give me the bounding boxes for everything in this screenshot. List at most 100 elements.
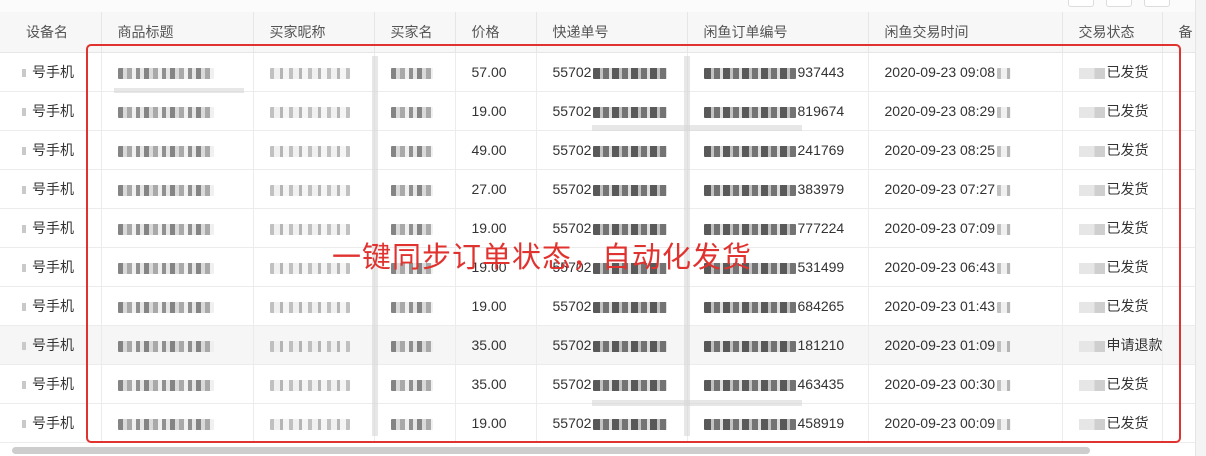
cell-extra bbox=[1162, 52, 1197, 92]
redacted-title bbox=[117, 67, 214, 79]
table-row[interactable]: 号手机 35.00 55702 463435 2020-09-23 00:30 … bbox=[0, 364, 1197, 404]
time-value: 2020-09-23 00:30 bbox=[884, 376, 996, 392]
device-name: 号手机 bbox=[32, 337, 74, 353]
redacted-mark bbox=[22, 108, 26, 117]
toolbar-strip bbox=[0, 0, 1206, 12]
redacted-order bbox=[703, 301, 796, 313]
cell-extra bbox=[1162, 130, 1197, 170]
cell-title bbox=[101, 130, 254, 170]
cell-order: 241769 bbox=[687, 130, 869, 170]
redacted-status-prefix bbox=[1078, 418, 1105, 430]
column-header-extra[interactable]: 备 bbox=[1162, 12, 1197, 53]
redacted-title bbox=[117, 145, 214, 157]
redaction-smudge bbox=[592, 400, 802, 406]
redacted-order bbox=[703, 145, 796, 157]
redacted-buyer bbox=[390, 145, 433, 157]
table-row[interactable]: 号手机 19.00 55702 684265 2020-09-23 01:43 … bbox=[0, 286, 1197, 326]
redacted-order bbox=[703, 106, 796, 118]
redacted-mark bbox=[22, 303, 26, 312]
cell-extra bbox=[1162, 91, 1197, 131]
table-row[interactable]: 号手机 19.00 55702 458919 2020-09-23 00:09 … bbox=[0, 403, 1197, 443]
redacted-status-prefix bbox=[1078, 184, 1105, 196]
horizontal-scrollbar-thumb[interactable] bbox=[12, 447, 1090, 454]
redacted-status-prefix bbox=[1078, 145, 1105, 157]
cell-order: 181210 bbox=[687, 325, 869, 365]
time-value: 2020-09-23 08:29 bbox=[884, 103, 996, 119]
toolbar-button[interactable] bbox=[1144, 0, 1170, 7]
order-suffix: 383979 bbox=[797, 181, 845, 197]
table-row[interactable]: 号手机 49.00 55702 241769 2020-09-23 08:25 … bbox=[0, 130, 1197, 170]
cell-buyer bbox=[374, 52, 456, 92]
redacted-title bbox=[117, 418, 214, 430]
table-row[interactable]: 号手机 57.00 55702 937443 2020-09-23 09:08 … bbox=[0, 52, 1197, 92]
cell-price: 35.00 bbox=[455, 364, 537, 404]
cell-buyer bbox=[374, 91, 456, 131]
cell-title bbox=[101, 403, 254, 443]
device-name: 号手机 bbox=[32, 103, 74, 119]
time-value: 2020-09-23 07:09 bbox=[884, 220, 996, 236]
cell-time: 2020-09-23 01:43 bbox=[868, 286, 1063, 326]
cell-device: 号手机 bbox=[0, 247, 102, 287]
redacted-status-prefix bbox=[1078, 223, 1105, 235]
redacted-mark bbox=[22, 225, 26, 234]
column-header-express[interactable]: 快递单号 bbox=[536, 12, 688, 53]
redacted-order bbox=[703, 184, 796, 196]
column-header-buyer[interactable]: 买家名 bbox=[374, 12, 456, 53]
redacted-time-seconds bbox=[997, 262, 1012, 274]
cell-extra bbox=[1162, 364, 1197, 404]
price-value: 35.00 bbox=[471, 376, 507, 392]
cell-device: 号手机 bbox=[0, 403, 102, 443]
table-row[interactable]: 号手机 27.00 55702 383979 2020-09-23 07:27 … bbox=[0, 169, 1197, 209]
cell-price: 57.00 bbox=[455, 52, 537, 92]
table-row[interactable]: 号手机 35.00 55702 181210 2020-09-23 01:09 … bbox=[0, 325, 1197, 365]
cell-express: 55702 bbox=[536, 130, 688, 170]
express-prefix: 55702 bbox=[552, 298, 592, 314]
redacted-time-seconds bbox=[997, 301, 1012, 313]
cell-time: 2020-09-23 00:09 bbox=[868, 403, 1063, 443]
cell-order: 937443 bbox=[687, 52, 869, 92]
cell-time: 2020-09-23 09:08 bbox=[868, 52, 1063, 92]
price-value: 19.00 bbox=[471, 103, 507, 119]
redacted-buyer bbox=[390, 106, 433, 118]
express-prefix: 55702 bbox=[552, 337, 592, 353]
redacted-order bbox=[703, 340, 796, 352]
redacted-status-prefix bbox=[1078, 340, 1105, 352]
toolbar-button[interactable] bbox=[1106, 0, 1132, 7]
order-suffix: 181210 bbox=[797, 337, 845, 353]
column-header-nickname[interactable]: 买家昵称 bbox=[253, 12, 375, 53]
cell-extra bbox=[1162, 208, 1197, 248]
time-value: 2020-09-23 07:27 bbox=[884, 181, 996, 197]
toolbar-button[interactable] bbox=[1068, 0, 1094, 7]
column-header-device[interactable]: 设备名 bbox=[0, 12, 102, 53]
redacted-title bbox=[117, 379, 214, 391]
order-suffix: 937443 bbox=[797, 64, 845, 80]
cell-buyer bbox=[374, 364, 456, 404]
redacted-nickname bbox=[269, 340, 350, 352]
order-suffix: 463435 bbox=[797, 376, 845, 392]
status-value: 已发货 bbox=[1106, 259, 1149, 275]
column-header-title[interactable]: 商品标题 bbox=[101, 12, 254, 53]
redacted-buyer bbox=[390, 379, 433, 391]
column-header-price[interactable]: 价格 bbox=[455, 12, 537, 53]
redacted-nickname bbox=[269, 301, 350, 313]
redacted-title bbox=[117, 223, 214, 235]
status-value: 申请退款 bbox=[1106, 337, 1162, 353]
redacted-time-seconds bbox=[997, 340, 1012, 352]
column-header-time[interactable]: 闲鱼交易时间 bbox=[868, 12, 1063, 53]
cell-nickname bbox=[253, 286, 375, 326]
vertical-scrollbar[interactable] bbox=[1195, 0, 1206, 456]
redacted-nickname bbox=[269, 145, 350, 157]
redaction-smudge bbox=[592, 125, 802, 131]
redacted-status-prefix bbox=[1078, 379, 1105, 391]
order-suffix: 531499 bbox=[797, 259, 845, 275]
cell-time: 2020-09-23 06:43 bbox=[868, 247, 1063, 287]
cell-price: 35.00 bbox=[455, 325, 537, 365]
column-header-order[interactable]: 闲鱼订单编号 bbox=[687, 12, 869, 53]
cell-time: 2020-09-23 00:30 bbox=[868, 364, 1063, 404]
column-header-status[interactable]: 交易状态 bbox=[1062, 12, 1163, 53]
cell-buyer bbox=[374, 325, 456, 365]
status-value: 已发货 bbox=[1106, 64, 1149, 80]
cell-nickname bbox=[253, 169, 375, 209]
status-value: 已发货 bbox=[1106, 415, 1149, 431]
cell-device: 号手机 bbox=[0, 364, 102, 404]
